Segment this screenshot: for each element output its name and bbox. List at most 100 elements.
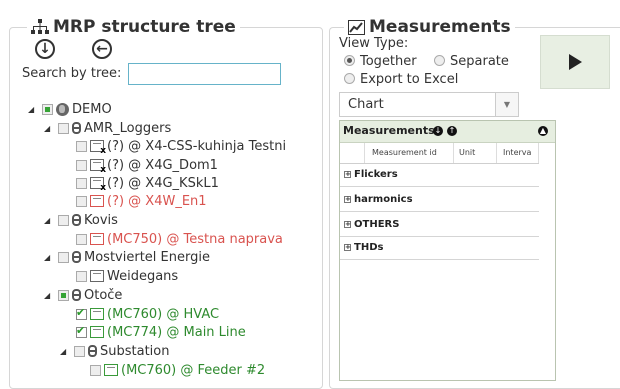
tree-node-hvac[interactable]: (MC760) @ HVAC: [76, 305, 219, 323]
tree-node-kovis[interactable]: ◢ Kovis: [44, 211, 118, 229]
grid-header: Measurements ↓ ↑ ▲: [340, 121, 555, 143]
mrp-tree-title-text: MRP structure tree: [53, 17, 236, 37]
chain-icon: [72, 251, 81, 263]
tree-search-input[interactable]: [128, 63, 281, 85]
collapse-triangle-icon[interactable]: ◢: [28, 105, 36, 114]
expand-icon[interactable]: +: [344, 221, 351, 228]
grid-column-headers: Measurement id Unit Interva: [340, 143, 539, 164]
tree-node-feeder-2[interactable]: (MC760) @ Feeder #2: [90, 361, 265, 379]
tree-checkbox[interactable]: [58, 122, 69, 134]
arrow-left-icon: ←: [96, 41, 108, 57]
group-label: THDs: [354, 242, 384, 253]
tree-node-x4g-kskl1[interactable]: (?) @ X4G_KSkL1: [76, 174, 219, 193]
measurements-grid: Measurements ↓ ↑ ▲ Measurement id Unit I…: [339, 120, 556, 381]
tree-checkbox[interactable]: [76, 270, 87, 282]
tree-node-x4-css-kuhinja[interactable]: (?) @ X4-CSS-kuhinja Testni: [76, 137, 287, 156]
tree-node-label: (MC774) @ Main Line: [107, 324, 246, 340]
tree-node-amr-loggers[interactable]: ◢ AMR_Loggers: [44, 119, 171, 137]
radio-together[interactable]: [344, 55, 355, 66]
view-option-together[interactable]: Together: [344, 54, 417, 69]
expand-icon[interactable]: +: [344, 171, 351, 178]
tree-node-substation[interactable]: ◢ Substation: [60, 342, 169, 360]
device-offline-icon: [90, 177, 106, 193]
tree-node-testna-naprava[interactable]: (MC750) @ Testna naprava: [76, 230, 283, 248]
expand-icon[interactable]: +: [344, 196, 351, 203]
tree-node-x4w-en1[interactable]: (?) @ X4W_En1: [76, 192, 207, 210]
tree-checkbox[interactable]: [42, 103, 53, 115]
collapse-triangle-icon[interactable]: ◢: [44, 216, 52, 225]
expand-icon[interactable]: +: [344, 244, 351, 251]
collapse-grid-icon[interactable]: ▲: [538, 126, 548, 136]
tree-node-weidegans[interactable]: Weidegans: [76, 267, 178, 285]
collapse-all-button[interactable]: ←: [92, 39, 112, 59]
run-button[interactable]: [540, 35, 610, 89]
tree-checkbox[interactable]: [58, 289, 69, 301]
globe-icon: [56, 102, 69, 116]
column-divider: [496, 143, 497, 163]
column-header[interactable]: Unit: [459, 148, 475, 157]
column-divider: [364, 143, 365, 163]
group-label: OTHERS: [354, 219, 400, 230]
tree-checkbox[interactable]: [58, 214, 69, 226]
collapse-triangle-icon[interactable]: ◢: [44, 124, 52, 133]
group-row-flickers[interactable]: + Flickers: [340, 164, 539, 187]
radio-export[interactable]: [344, 73, 355, 84]
tree-node-label: DEMO: [72, 101, 112, 117]
mrp-tree-panel-title: MRP structure tree: [27, 17, 240, 37]
device-ok-icon: [90, 308, 104, 320]
tree-node-x4g-dom1[interactable]: (?) @ X4G_Dom1: [76, 156, 218, 175]
expand-all-button[interactable]: ↓: [35, 39, 55, 59]
column-header[interactable]: Interva: [503, 148, 531, 157]
sitemap-icon: [31, 19, 49, 34]
tree-node-label: Otoče: [84, 287, 123, 303]
group-row-thds[interactable]: + THDs: [340, 237, 539, 260]
view-option-separate[interactable]: Separate: [434, 54, 509, 69]
arrow-down-icon: ↓: [39, 41, 51, 57]
upload-icon[interactable]: ↑: [447, 126, 457, 136]
download-icon[interactable]: ↓: [433, 126, 443, 136]
tree-checkbox[interactable]: [76, 159, 87, 171]
tree-node-label: (MC750) @ Testna naprava: [107, 231, 283, 247]
search-label: Search by tree:: [22, 66, 122, 81]
group-row-others[interactable]: + OTHERS: [340, 214, 539, 237]
view-option-export[interactable]: Export to Excel: [344, 72, 458, 87]
dropdown-arrow-icon[interactable]: ▼: [495, 93, 518, 116]
device-offline-icon: [90, 140, 106, 156]
column-divider: [453, 143, 454, 163]
tree-node-otoce[interactable]: ◢ Otoče: [44, 286, 122, 304]
tree-checkbox[interactable]: [90, 364, 101, 376]
collapse-triangle-icon[interactable]: ◢: [44, 291, 52, 300]
device-offline-icon: [90, 159, 106, 175]
tree-node-main-line[interactable]: (MC774) @ Main Line: [76, 323, 246, 341]
tree-checkbox[interactable]: [76, 195, 87, 207]
measurements-title-text: Measurements: [369, 17, 511, 37]
tree-checkbox[interactable]: [76, 140, 87, 152]
device-ok-icon: [104, 364, 118, 376]
tree-checkbox[interactable]: [76, 324, 87, 338]
radio-label: Separate: [450, 54, 509, 69]
radio-separate[interactable]: [434, 55, 445, 66]
chain-icon: [72, 214, 81, 226]
chart-type-select[interactable]: Chart ▼: [339, 92, 519, 117]
tree-checkbox[interactable]: [74, 345, 85, 357]
tree-node-label: (MC760) @ Feeder #2: [121, 362, 266, 378]
tree-node-label: (?) @ X4W_En1: [107, 193, 207, 209]
chain-icon: [88, 345, 97, 357]
tree-checkbox[interactable]: [76, 306, 87, 320]
column-header[interactable]: Measurement id: [372, 148, 437, 157]
tree-checkbox[interactable]: [76, 233, 87, 245]
tree-checkbox[interactable]: [58, 251, 69, 263]
tree-node-mostviertel-energie[interactable]: ◢ Mostviertel Energie: [44, 248, 210, 266]
tree-node-label: Kovis: [84, 212, 118, 228]
collapse-triangle-icon[interactable]: ◢: [60, 347, 68, 356]
select-value: Chart: [348, 97, 384, 112]
group-row-harmonics[interactable]: + harmonics: [340, 189, 539, 212]
chart-icon: [348, 19, 365, 35]
device-icon: [90, 270, 104, 282]
tree-node-label: (?) @ X4-CSS-kuhinja Testni: [107, 138, 287, 154]
tree-node-demo[interactable]: ◢ DEMO: [28, 100, 112, 118]
group-label: harmonics: [354, 194, 413, 205]
collapse-triangle-icon[interactable]: ◢: [44, 253, 52, 262]
tree-checkbox[interactable]: [76, 177, 87, 189]
tree-node-label: (?) @ X4G_KSkL1: [107, 175, 219, 191]
